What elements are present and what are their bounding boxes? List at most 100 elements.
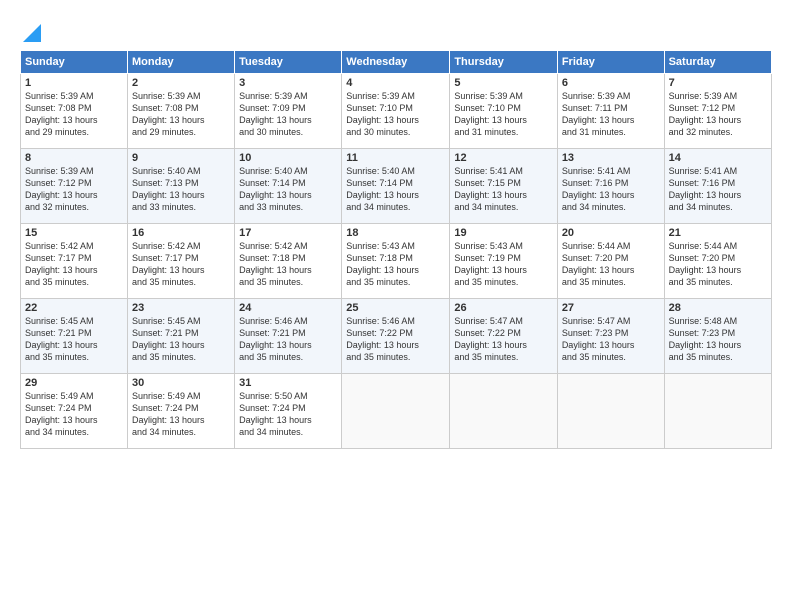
day-info: Sunrise: 5:42 AM Sunset: 7:17 PM Dayligh… bbox=[25, 240, 123, 289]
day-number: 16 bbox=[132, 227, 230, 239]
day-info: Sunrise: 5:46 AM Sunset: 7:22 PM Dayligh… bbox=[346, 315, 445, 364]
day-info: Sunrise: 5:46 AM Sunset: 7:21 PM Dayligh… bbox=[239, 315, 337, 364]
day-info: Sunrise: 5:43 AM Sunset: 7:18 PM Dayligh… bbox=[346, 240, 445, 289]
day-number: 1 bbox=[25, 77, 123, 89]
calendar-body: 1Sunrise: 5:39 AM Sunset: 7:08 PM Daylig… bbox=[21, 74, 772, 449]
day-number: 8 bbox=[25, 152, 123, 164]
page: SundayMondayTuesdayWednesdayThursdayFrid… bbox=[0, 0, 792, 612]
day-number: 22 bbox=[25, 302, 123, 314]
header-cell-tuesday: Tuesday bbox=[235, 51, 342, 74]
day-cell: 13Sunrise: 5:41 AM Sunset: 7:16 PM Dayli… bbox=[557, 149, 664, 224]
day-cell: 14Sunrise: 5:41 AM Sunset: 7:16 PM Dayli… bbox=[664, 149, 771, 224]
day-cell: 17Sunrise: 5:42 AM Sunset: 7:18 PM Dayli… bbox=[235, 224, 342, 299]
week-row-4: 22 Sunrise: 5:45 AM Sunset: 7:21 PM Dayli… bbox=[21, 299, 772, 374]
day-cell: 25Sunrise: 5:46 AM Sunset: 7:22 PM Dayli… bbox=[342, 299, 450, 374]
week-row-5: 29Sunrise: 5:49 AM Sunset: 7:24 PM Dayli… bbox=[21, 374, 772, 449]
day-info: Sunrise: 5:43 AM Sunset: 7:19 PM Dayligh… bbox=[454, 240, 552, 289]
day-cell: 26Sunrise: 5:47 AM Sunset: 7:22 PM Dayli… bbox=[450, 299, 557, 374]
day-info: Sunrise: 5:39 AM Sunset: 7:10 PM Dayligh… bbox=[346, 90, 445, 139]
day-number: 29 bbox=[25, 377, 123, 389]
day-info: Sunrise: 5:39 AM Sunset: 7:12 PM Dayligh… bbox=[25, 165, 123, 214]
calendar-header: SundayMondayTuesdayWednesdayThursdayFrid… bbox=[21, 51, 772, 74]
day-cell: 2Sunrise: 5:39 AM Sunset: 7:08 PM Daylig… bbox=[128, 74, 235, 149]
header-row: SundayMondayTuesdayWednesdayThursdayFrid… bbox=[21, 51, 772, 74]
day-info: Sunrise: 5:47 AM Sunset: 7:22 PM Dayligh… bbox=[454, 315, 552, 364]
day-info: Sunrise: 5:45 AM Sunset: 7:21 PM Dayligh… bbox=[132, 315, 230, 364]
day-info: Sunrise: 5:44 AM Sunset: 7:20 PM Dayligh… bbox=[669, 240, 767, 289]
day-number: 31 bbox=[239, 377, 337, 389]
day-cell: 8Sunrise: 5:39 AM Sunset: 7:12 PM Daylig… bbox=[21, 149, 128, 224]
day-number: 5 bbox=[454, 77, 552, 89]
day-number: 12 bbox=[454, 152, 552, 164]
day-cell: 4Sunrise: 5:39 AM Sunset: 7:10 PM Daylig… bbox=[342, 74, 450, 149]
day-number: 14 bbox=[669, 152, 767, 164]
week-row-1: 1Sunrise: 5:39 AM Sunset: 7:08 PM Daylig… bbox=[21, 74, 772, 149]
day-cell: 3Sunrise: 5:39 AM Sunset: 7:09 PM Daylig… bbox=[235, 74, 342, 149]
day-info: Sunrise: 5:40 AM Sunset: 7:14 PM Dayligh… bbox=[346, 165, 445, 214]
day-info: Sunrise: 5:39 AM Sunset: 7:08 PM Dayligh… bbox=[25, 90, 123, 139]
day-number: 11 bbox=[346, 152, 445, 164]
day-info: Sunrise: 5:41 AM Sunset: 7:16 PM Dayligh… bbox=[562, 165, 660, 214]
day-number: 13 bbox=[562, 152, 660, 164]
day-number: 18 bbox=[346, 227, 445, 239]
day-number: 21 bbox=[669, 227, 767, 239]
day-number: 10 bbox=[239, 152, 337, 164]
day-number: 26 bbox=[454, 302, 552, 314]
day-cell: 24Sunrise: 5:46 AM Sunset: 7:21 PM Dayli… bbox=[235, 299, 342, 374]
day-info: Sunrise: 5:41 AM Sunset: 7:16 PM Dayligh… bbox=[669, 165, 767, 214]
day-number: 3 bbox=[239, 77, 337, 89]
day-cell bbox=[557, 374, 664, 449]
day-number: 4 bbox=[346, 77, 445, 89]
header-cell-friday: Friday bbox=[557, 51, 664, 74]
week-row-2: 8Sunrise: 5:39 AM Sunset: 7:12 PM Daylig… bbox=[21, 149, 772, 224]
day-cell: 29Sunrise: 5:49 AM Sunset: 7:24 PM Dayli… bbox=[21, 374, 128, 449]
day-cell: 15Sunrise: 5:42 AM Sunset: 7:17 PM Dayli… bbox=[21, 224, 128, 299]
header-cell-monday: Monday bbox=[128, 51, 235, 74]
logo-arrow-icon bbox=[23, 20, 41, 42]
day-cell: 9Sunrise: 5:40 AM Sunset: 7:13 PM Daylig… bbox=[128, 149, 235, 224]
header-cell-sunday: Sunday bbox=[21, 51, 128, 74]
day-cell: 28Sunrise: 5:48 AM Sunset: 7:23 PM Dayli… bbox=[664, 299, 771, 374]
day-number: 7 bbox=[669, 77, 767, 89]
day-info: Sunrise: 5:50 AM Sunset: 7:24 PM Dayligh… bbox=[239, 390, 337, 439]
day-number: 30 bbox=[132, 377, 230, 389]
day-number: 23 bbox=[132, 302, 230, 314]
day-cell: 21Sunrise: 5:44 AM Sunset: 7:20 PM Dayli… bbox=[664, 224, 771, 299]
day-cell: 27Sunrise: 5:47 AM Sunset: 7:23 PM Dayli… bbox=[557, 299, 664, 374]
day-cell: 23Sunrise: 5:45 AM Sunset: 7:21 PM Dayli… bbox=[128, 299, 235, 374]
day-number: 27 bbox=[562, 302, 660, 314]
day-info: Sunrise: 5:49 AM Sunset: 7:24 PM Dayligh… bbox=[132, 390, 230, 439]
day-number: 19 bbox=[454, 227, 552, 239]
day-cell: 30Sunrise: 5:49 AM Sunset: 7:24 PM Dayli… bbox=[128, 374, 235, 449]
day-info: Sunrise: 5:39 AM Sunset: 7:08 PM Dayligh… bbox=[132, 90, 230, 139]
header-cell-wednesday: Wednesday bbox=[342, 51, 450, 74]
day-info: Sunrise: 5:40 AM Sunset: 7:14 PM Dayligh… bbox=[239, 165, 337, 214]
day-number: 2 bbox=[132, 77, 230, 89]
day-number: 15 bbox=[25, 227, 123, 239]
day-number: 6 bbox=[562, 77, 660, 89]
header-cell-thursday: Thursday bbox=[450, 51, 557, 74]
day-info: Sunrise: 5:39 AM Sunset: 7:12 PM Dayligh… bbox=[669, 90, 767, 139]
day-cell: 19Sunrise: 5:43 AM Sunset: 7:19 PM Dayli… bbox=[450, 224, 557, 299]
day-number: 25 bbox=[346, 302, 445, 314]
day-cell bbox=[664, 374, 771, 449]
day-number: 20 bbox=[562, 227, 660, 239]
day-cell: 18Sunrise: 5:43 AM Sunset: 7:18 PM Dayli… bbox=[342, 224, 450, 299]
day-number: 17 bbox=[239, 227, 337, 239]
day-info: Sunrise: 5:42 AM Sunset: 7:17 PM Dayligh… bbox=[132, 240, 230, 289]
day-info: Sunrise: 5:44 AM Sunset: 7:20 PM Dayligh… bbox=[562, 240, 660, 289]
day-info: Sunrise: 5:39 AM Sunset: 7:10 PM Dayligh… bbox=[454, 90, 552, 139]
day-cell: 1Sunrise: 5:39 AM Sunset: 7:08 PM Daylig… bbox=[21, 74, 128, 149]
day-cell bbox=[342, 374, 450, 449]
day-info: Sunrise: 5:40 AM Sunset: 7:13 PM Dayligh… bbox=[132, 165, 230, 214]
day-cell: 12Sunrise: 5:41 AM Sunset: 7:15 PM Dayli… bbox=[450, 149, 557, 224]
day-cell: 11Sunrise: 5:40 AM Sunset: 7:14 PM Dayli… bbox=[342, 149, 450, 224]
day-info: Sunrise: 5:41 AM Sunset: 7:15 PM Dayligh… bbox=[454, 165, 552, 214]
header-cell-saturday: Saturday bbox=[664, 51, 771, 74]
day-info: Sunrise: 5:49 AM Sunset: 7:24 PM Dayligh… bbox=[25, 390, 123, 439]
day-info: Sunrise: 5:48 AM Sunset: 7:23 PM Dayligh… bbox=[669, 315, 767, 364]
day-cell: 5Sunrise: 5:39 AM Sunset: 7:10 PM Daylig… bbox=[450, 74, 557, 149]
week-row-3: 15Sunrise: 5:42 AM Sunset: 7:17 PM Dayli… bbox=[21, 224, 772, 299]
day-number: 9 bbox=[132, 152, 230, 164]
day-cell: 20Sunrise: 5:44 AM Sunset: 7:20 PM Dayli… bbox=[557, 224, 664, 299]
